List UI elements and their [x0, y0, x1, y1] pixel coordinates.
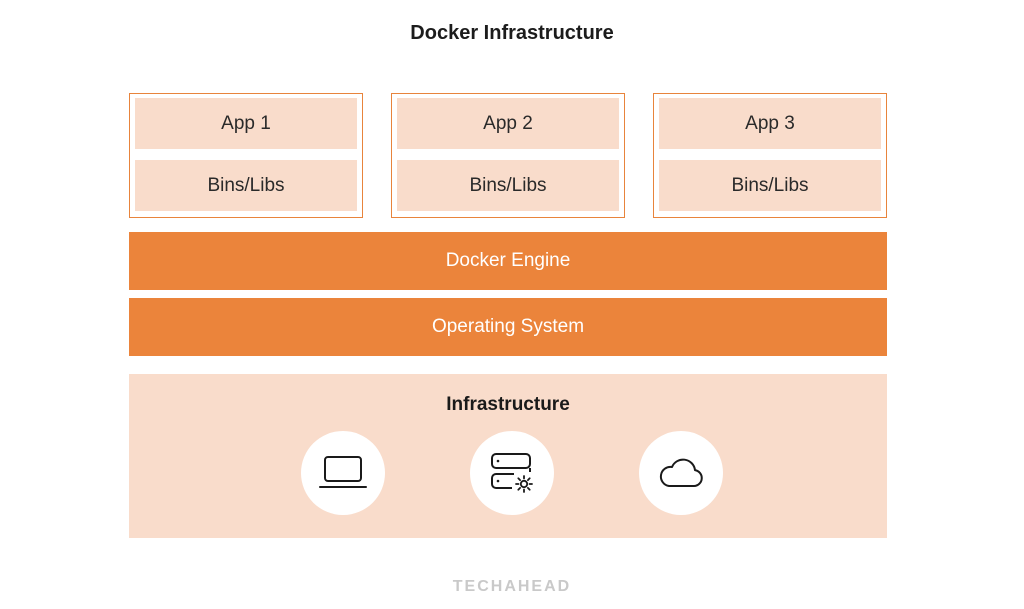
- docker-engine-layer: Docker Engine: [129, 232, 887, 290]
- operating-system-layer: Operating System: [129, 298, 887, 356]
- bins-libs-2-block: Bins/Libs: [397, 160, 619, 211]
- bins-libs-3-block: Bins/Libs: [659, 160, 881, 211]
- bins-libs-1-block: Bins/Libs: [135, 160, 357, 211]
- laptop-icon-circle: [301, 431, 385, 515]
- server-icon-circle: [470, 431, 554, 515]
- app-2-block: App 2: [397, 98, 619, 149]
- container-1: App 1 Bins/Libs: [129, 93, 363, 218]
- infrastructure-layer: Infrastructure: [129, 374, 887, 538]
- server-settings-icon: [491, 453, 533, 493]
- laptop-icon: [319, 456, 367, 488]
- containers-row: App 1 Bins/Libs App 2 Bins/Libs App 3 Bi…: [129, 93, 887, 218]
- container-2: App 2 Bins/Libs: [391, 93, 625, 218]
- app-1-block: App 1: [135, 98, 357, 149]
- techahead-logo: TECHAHEAD: [452, 578, 572, 595]
- infrastructure-title: Infrastructure: [446, 394, 570, 415]
- cloud-icon-circle: [639, 431, 723, 515]
- container-3: App 3 Bins/Libs: [653, 93, 887, 218]
- app-3-block: App 3: [659, 98, 881, 149]
- diagram-title: Docker Infrastructure: [410, 22, 614, 44]
- cloud-icon: [659, 458, 703, 487]
- diagram-page: Docker Infrastructure App 1 Bins/Libs Ap…: [0, 0, 1024, 609]
